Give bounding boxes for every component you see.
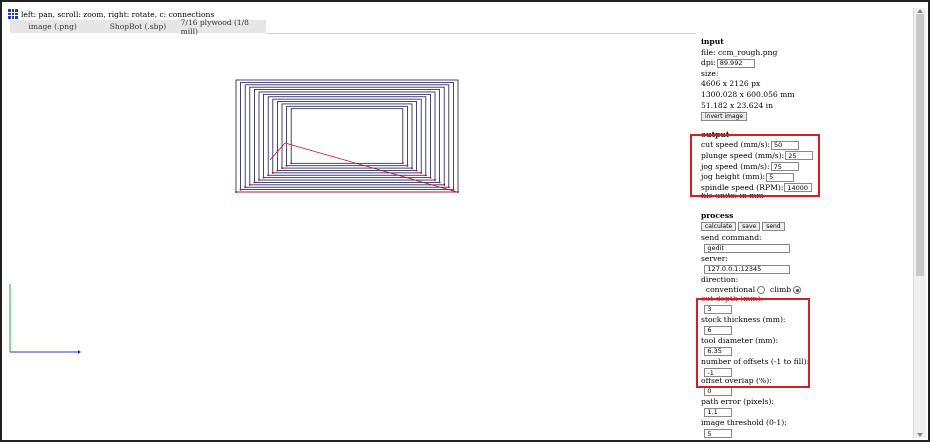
spindle-speed-label: spindle speed (RPM): xyxy=(701,182,784,192)
plunge-speed-input[interactable] xyxy=(785,151,814,161)
plunge-point xyxy=(248,183,251,186)
plunge-point xyxy=(271,171,274,174)
save-button[interactable]: save xyxy=(738,222,761,232)
toolpath-canvas[interactable] xyxy=(2,34,698,438)
x-axis-arrow-icon xyxy=(78,350,81,354)
overlap-input[interactable] xyxy=(704,386,733,396)
dpi-input[interactable] xyxy=(716,58,755,68)
plunge-point xyxy=(457,191,459,193)
scroll-up-icon[interactable] xyxy=(917,9,923,13)
file-name: file: ccm_rough.png xyxy=(701,47,778,57)
tab-shopbot[interactable]: ShopBot (.sbp) xyxy=(95,20,180,33)
plunge-point xyxy=(424,174,427,177)
tool-diameter-label: tool diameter (mm): xyxy=(701,335,779,345)
plunge-point xyxy=(438,181,441,184)
send-button[interactable]: send xyxy=(762,222,785,232)
offset-path xyxy=(276,101,417,171)
size-px: 4606 x 2126 px xyxy=(701,79,761,89)
plunge-point xyxy=(267,174,270,177)
climb-radio[interactable] xyxy=(793,286,802,295)
offset-path xyxy=(281,103,413,169)
overlap-label: offset overlap (%): xyxy=(701,378,772,386)
threshold-input[interactable] xyxy=(704,429,733,439)
invert-image-button[interactable]: invert image xyxy=(701,111,748,121)
module-tabs: image (.png) ShopBot (.sbp) 7/16 plywood… xyxy=(10,18,266,36)
send-command-input[interactable] xyxy=(704,243,791,253)
conventional-radio[interactable] xyxy=(757,286,766,295)
jog-height-input[interactable] xyxy=(766,172,795,182)
spindle-speed-input[interactable] xyxy=(784,183,813,193)
jog-speed-input[interactable] xyxy=(770,162,799,172)
plunge-point xyxy=(401,162,404,165)
plunge-point xyxy=(406,164,409,167)
process-heading: process xyxy=(701,211,734,221)
size-mm: 1300.028 x 600.056 mm xyxy=(701,89,795,99)
cut-speed-input[interactable] xyxy=(770,140,799,150)
server-label: server: xyxy=(701,253,728,263)
offset-path xyxy=(286,105,408,167)
plunge-point xyxy=(285,164,288,167)
offset-path xyxy=(290,108,404,164)
plunge-point xyxy=(253,181,256,184)
plunge-point xyxy=(281,167,283,170)
cut-speed-label: cut speed (mm/s): xyxy=(701,140,770,150)
plunge-point xyxy=(262,176,265,179)
conventional-label: conventional xyxy=(705,285,756,295)
app-grid-icon[interactable] xyxy=(8,9,18,19)
plunge-point xyxy=(411,167,413,170)
offset-paths xyxy=(235,79,459,193)
settings-panel: input file: ccm_rough.png dpi: size: 460… xyxy=(701,37,911,439)
send-command-label: send command: xyxy=(701,232,762,242)
size-label: size: xyxy=(701,68,719,78)
plunge-point xyxy=(434,179,436,182)
offset-path xyxy=(244,84,450,188)
scroll-down-icon[interactable] xyxy=(917,433,923,437)
plunge-point xyxy=(235,191,237,193)
plunge-point xyxy=(429,176,432,179)
offset-path xyxy=(263,93,431,179)
plunge-point xyxy=(452,188,455,191)
plunge-point xyxy=(276,169,279,172)
plunge-point xyxy=(290,162,293,165)
path-error-label: path error (pixels): xyxy=(701,396,774,406)
scrollbar-thumb[interactable] xyxy=(916,14,924,276)
jog-height-label: jog height (mm): xyxy=(701,172,766,182)
offsets-input[interactable] xyxy=(704,368,733,378)
offset-path xyxy=(272,98,422,174)
calculate-button[interactable]: calculate xyxy=(701,222,737,232)
tab-image[interactable]: image (.png) xyxy=(10,20,95,33)
size-in: 51.182 x 23.624 in xyxy=(701,100,773,110)
offset-path xyxy=(258,91,436,181)
path-error-input[interactable] xyxy=(704,407,733,417)
tab-material[interactable]: 7/16 plywood (1/8 mill) xyxy=(181,18,266,36)
plunge-point xyxy=(447,186,450,189)
plunge-point xyxy=(420,171,423,174)
dpi-label: dpi: xyxy=(701,58,716,68)
cut-depth-input[interactable] xyxy=(704,304,733,314)
stock-thickness-label: stock thickness (mm): xyxy=(701,314,786,324)
plunge-point xyxy=(443,183,446,186)
threshold-label: image threshold (0-1): xyxy=(701,418,787,427)
plunge-point xyxy=(244,186,247,189)
server-input[interactable] xyxy=(704,264,791,274)
input-heading: input xyxy=(701,37,724,46)
stock-thickness-input[interactable] xyxy=(704,325,733,335)
direction-label: direction: xyxy=(701,274,739,284)
cut-depth-label: cut depth (mm): xyxy=(701,296,764,304)
plunge-point xyxy=(415,169,418,172)
vertical-scrollbar[interactable] xyxy=(913,8,926,438)
climb-label: climb xyxy=(769,285,792,295)
output-heading: output xyxy=(701,129,730,139)
plunge-point xyxy=(239,188,242,191)
offsets-label: number of offsets (-1 to fill): xyxy=(701,357,810,367)
plunge-point xyxy=(258,179,260,182)
jog-speed-label: jog speed (mm/s): xyxy=(701,161,770,171)
tool-diameter-input[interactable] xyxy=(704,346,733,356)
plunge-speed-label: plunge speed (mm/s): xyxy=(701,150,785,160)
